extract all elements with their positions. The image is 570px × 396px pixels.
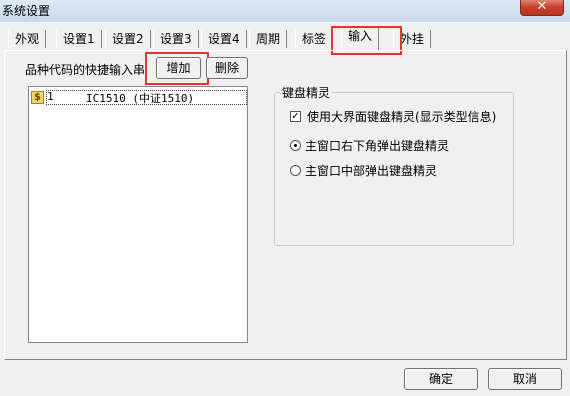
close-icon: ✕ xyxy=(536,0,548,14)
use-large-checkbox[interactable]: ✓ xyxy=(290,111,301,122)
tab-settings1[interactable]: 设置1 xyxy=(56,30,102,48)
use-large-label: 使用大界面键盘精灵(显示类型信息) xyxy=(307,110,497,124)
radio-bottom-right[interactable] xyxy=(290,140,301,151)
delete-button[interactable]: 删除 xyxy=(206,57,248,79)
radio-dot-icon xyxy=(294,144,297,147)
tab-labels[interactable]: 标签 xyxy=(295,30,334,48)
tab-strip: 外观 设置1 设置2 设置3 设置4 周期 标签 输入 外挂 xyxy=(4,26,566,50)
window-title: 系统设置 xyxy=(2,4,51,18)
list-item[interactable]: $ 1 IC1510 (中证1510) xyxy=(31,90,247,106)
list-item-number: 1 xyxy=(47,90,54,103)
radio-center-label: 主窗口中部弹出键盘精灵 xyxy=(305,164,438,178)
tab-settings2[interactable]: 设置2 xyxy=(105,30,151,48)
highlight-add-button xyxy=(145,52,209,85)
check-icon: ✓ xyxy=(291,111,300,122)
title-bar: 系统设置 ✕ xyxy=(0,0,570,22)
shortcut-label: 品种代码的快捷输入串 xyxy=(25,63,146,77)
shortcut-list[interactable]: $ 1 IC1510 (中证1510) xyxy=(28,86,248,343)
cancel-button[interactable]: 取消 xyxy=(488,368,562,390)
list-item-code: IC1510 (中证1510) xyxy=(86,92,195,105)
group-legend: 键盘精灵 xyxy=(280,84,333,101)
radio-center[interactable] xyxy=(290,165,301,176)
tab-settings4[interactable]: 设置4 xyxy=(201,30,247,48)
tab-period[interactable]: 周期 xyxy=(249,30,288,48)
tab-appearance[interactable]: 外观 xyxy=(8,30,47,48)
ok-button[interactable]: 确定 xyxy=(404,368,478,390)
tab-settings3[interactable]: 设置3 xyxy=(153,30,199,48)
radio-bottom-right-label: 主窗口右下角弹出键盘精灵 xyxy=(305,139,450,153)
dollar-icon: $ xyxy=(31,91,44,104)
close-button[interactable]: ✕ xyxy=(520,0,564,16)
